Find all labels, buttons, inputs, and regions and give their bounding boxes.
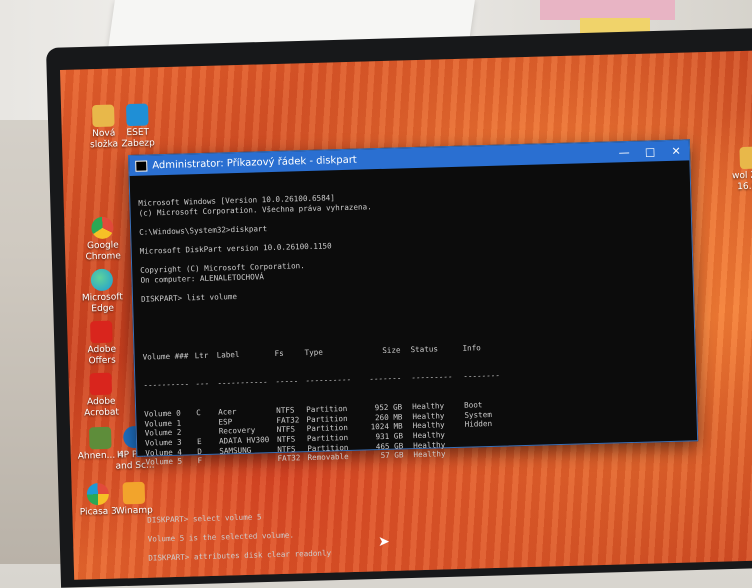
cmd-app-icon [135,159,148,172]
mouse-cursor-icon: ➤ [378,534,390,550]
chrome-icon [91,216,114,240]
sep-info: -------- [463,371,501,382]
ahnen-icon [88,426,112,450]
console-output[interactable]: Microsoft Windows [Version 10.0.26100.65… [130,160,701,586]
desktop-icon-folder-right[interactable]: wol 26... 16.9.2 [726,146,752,193]
col-volume: Volume ### [142,351,189,362]
col-size: Size [382,345,401,355]
background-sticky-note [540,0,675,20]
cell-fs: FAT32 [277,453,301,464]
maximize-button[interactable]: □ [637,141,664,162]
console-footer-lines: DISKPART> select volume 5 Volume 5 is the… [147,491,692,564]
close-button[interactable]: ✕ [663,140,690,161]
sep-type: ---------- [305,375,352,386]
console-header-lines: Microsoft Windows [Version 10.0.26100.65… [138,184,685,314]
desktop-icon-eset[interactable]: ESET Zabezp [113,103,162,150]
minimize-button[interactable]: — [611,142,638,163]
folder-check-icon [739,146,752,170]
acrobat-icon [89,372,113,396]
close-icon: ✕ [671,144,681,158]
col-info: Info [462,342,481,353]
cell-info [465,448,515,459]
volume-table: Volume ### Ltr Label Fs Type Size Status… [142,318,690,487]
sep-label: ----------- [217,377,268,389]
maximize-icon: □ [644,144,656,159]
col-status: Status [410,344,439,354]
picasa-icon [86,482,110,506]
cell-status: Healthy [413,449,446,460]
desktop-icon-acrobat[interactable]: Adobe Acrobat [76,372,125,419]
cell-label [219,454,277,465]
sep-volume: ---------- [143,379,190,391]
col-type: Type [304,347,323,357]
edge-icon [90,268,114,292]
col-ltr: Ltr [194,350,209,360]
cell-ltr: F [197,456,203,466]
col-label: Label [216,349,240,360]
adobe-offers-icon [90,320,113,344]
minimize-icon: — [618,145,630,159]
cell-vol: Volume 5 [145,456,183,467]
cell-type: Removable [307,452,349,463]
col-fs: Fs [274,348,284,358]
desktop-icon-chrome[interactable]: Google Chrome [78,216,127,263]
volume-table-header: Volume ### Ltr Label Fs Type Size Status… [143,337,687,362]
sep-fs: ----- [275,376,299,387]
folder-icon [91,104,115,128]
sep-status: --------- [411,372,453,383]
desktop-icon-adobe-offers[interactable]: Adobe Offers [77,320,126,367]
volume-table-separator: ---------- --- ----------- ----- -------… [143,366,687,391]
eset-icon [125,103,149,127]
desktop-icon-edge[interactable]: Microsoft Edge [78,268,127,315]
sep-size: ------- [369,373,402,384]
command-prompt-window[interactable]: Administrator: Příkazový řádek - diskpar… [128,139,699,563]
sep-ltr: --- [195,379,210,389]
cell-size: 57 GB [380,450,404,461]
